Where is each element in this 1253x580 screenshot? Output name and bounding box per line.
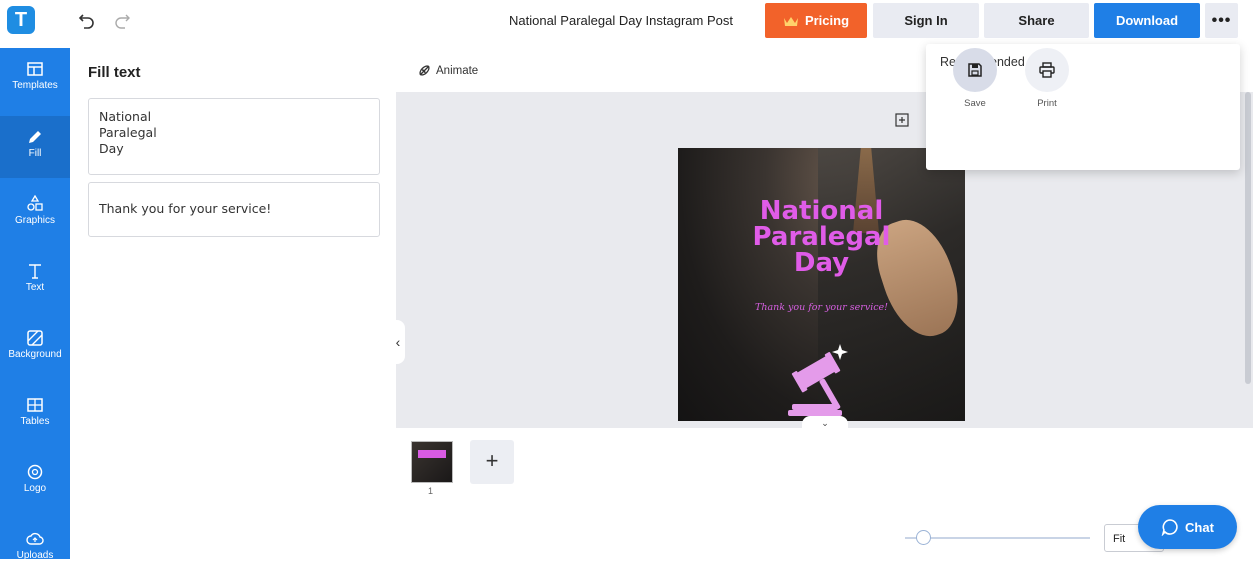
animate-button[interactable]: Animate: [418, 64, 478, 77]
sidebar-item-label: Fill: [28, 148, 42, 159]
chat-button[interactable]: Chat: [1138, 505, 1237, 549]
chat-bubble-icon: [1161, 519, 1178, 536]
add-frame-icon[interactable]: [895, 113, 909, 127]
text-field-subtitle[interactable]: Thank you for your service!: [88, 182, 380, 237]
chat-label: Chat: [1185, 519, 1214, 535]
page-thumbnail[interactable]: [411, 441, 453, 483]
panel-title: Fill text: [88, 64, 141, 81]
pricing-button[interactable]: Pricing: [765, 3, 867, 38]
collapse-panel-handle[interactable]: ‹: [391, 320, 405, 364]
page-number: 1: [428, 486, 434, 496]
sidebar-item-graphics[interactable]: Graphics: [0, 183, 70, 245]
sidebar-item-templates[interactable]: Templates: [0, 48, 70, 110]
post-subtitle-text[interactable]: Thank you for your service!: [678, 302, 965, 313]
collapse-strip-chevron[interactable]: ⌄: [802, 416, 848, 430]
design-canvas[interactable]: National Paralegal Day Thank you for you…: [678, 148, 965, 421]
text-field-title[interactable]: National Paralegal Day: [88, 98, 380, 175]
add-page-button[interactable]: +: [470, 440, 514, 484]
app-logo[interactable]: T: [7, 6, 35, 34]
print-circle: [1025, 48, 1069, 92]
fill-text-panel: Fill text National Paralegal Day Thank y…: [70, 48, 396, 559]
document-title[interactable]: National Paralegal Day Instagram Post: [480, 13, 762, 28]
pricing-label: Pricing: [804, 13, 850, 28]
more-options-button[interactable]: •••: [1205, 3, 1238, 38]
sidebar-item-background[interactable]: Background: [0, 317, 70, 379]
top-bar: T National Paralegal Day Instagram Post …: [0, 0, 1253, 46]
sidebar-item-label: Text: [25, 282, 45, 293]
sidebar-item-label: Graphics: [14, 215, 55, 226]
text-icon: [29, 264, 41, 279]
sidebar-item-label: Logo: [23, 483, 47, 494]
pencil-icon: [29, 131, 41, 143]
sign-in-button[interactable]: Sign In: [873, 3, 979, 38]
save-label: Save: [964, 98, 986, 109]
logo-icon: [27, 464, 43, 480]
crown-icon: [783, 16, 798, 26]
upload-cloud-icon: [26, 532, 44, 545]
post-title-text[interactable]: National Paralegal Day: [678, 198, 965, 276]
gavel-icon[interactable]: [784, 338, 874, 418]
sidebar-item-label: Templates: [12, 80, 58, 91]
save-icon: [968, 63, 982, 77]
thumbnail-title-mark: [418, 450, 446, 458]
undo-icon[interactable]: [78, 11, 96, 29]
templates-icon: [27, 62, 43, 76]
table-icon: [27, 398, 43, 412]
print-icon: [1039, 62, 1055, 78]
save-option[interactable]: Save: [950, 48, 1000, 109]
share-button[interactable]: Share: [984, 3, 1089, 38]
save-circle: [953, 48, 997, 92]
animate-icon: [419, 65, 430, 76]
zoom-slider-track[interactable]: [905, 537, 1090, 539]
sidebar-item-text[interactable]: Text: [0, 250, 70, 312]
download-button[interactable]: Download: [1094, 3, 1200, 38]
animate-label: Animate: [436, 64, 479, 77]
left-sidebar: Templates Fill Graphics Text Background: [0, 48, 70, 561]
background-icon: [27, 330, 43, 346]
sidebar-item-logo[interactable]: Logo: [0, 451, 70, 513]
sidebar-item-tables[interactable]: Tables: [0, 384, 70, 446]
shapes-icon: [27, 195, 43, 211]
redo-icon[interactable]: [113, 11, 131, 29]
zoom-slider-handle[interactable]: [916, 530, 931, 545]
print-option[interactable]: Print: [1022, 48, 1072, 109]
sidebar-item-label: Background: [8, 349, 62, 360]
sidebar-item-uploads[interactable]: Uploads: [0, 518, 70, 580]
vertical-scrollbar[interactable]: [1245, 92, 1251, 384]
sidebar-item-label: Tables: [20, 416, 50, 427]
sidebar-item-fill[interactable]: Fill: [0, 116, 70, 178]
sidebar-item-label: Uploads: [16, 550, 54, 561]
print-label: Print: [1037, 98, 1057, 109]
